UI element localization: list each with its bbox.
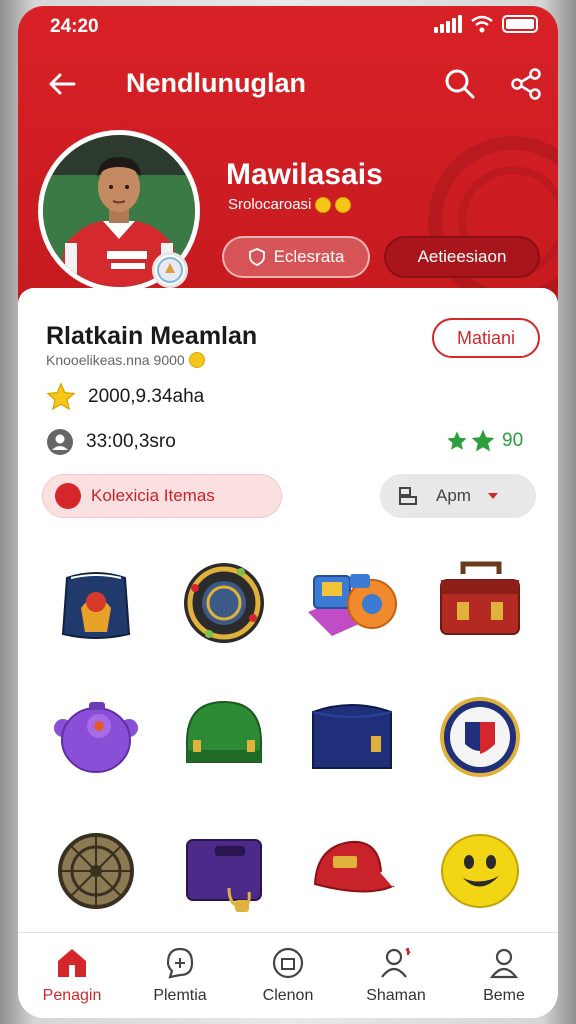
card-title: Rlatkain Meamlan bbox=[46, 322, 258, 350]
nav-item-people[interactable]: Shaman bbox=[342, 933, 450, 1018]
nav-item-clock[interactable]: Clenon bbox=[234, 933, 342, 1018]
bottom-navigation: Penagin Plemtia Clenon Shaman Beme bbox=[18, 932, 558, 1018]
nav-item-profile[interactable]: Beme bbox=[450, 933, 558, 1018]
item-badge[interactable] bbox=[160, 536, 288, 670]
nav-label: Clenon bbox=[262, 987, 314, 1004]
item-bronze-wheel[interactable] bbox=[32, 804, 160, 938]
clock-icon bbox=[272, 947, 304, 979]
wifi-icon bbox=[471, 15, 493, 33]
phone-screen: 24:20 Nendlunuglan Mawilasais Srolocaroa… bbox=[18, 6, 558, 1018]
people-icon bbox=[381, 948, 411, 978]
stat-row-score: 33:00,3sro bbox=[46, 428, 176, 456]
card-subtitle-value: 9000 bbox=[153, 352, 185, 368]
sort-icon bbox=[399, 487, 417, 505]
rating: 90 bbox=[446, 428, 523, 454]
item-purple-pot[interactable] bbox=[32, 670, 160, 804]
item-red-cap[interactable] bbox=[288, 804, 416, 938]
nav-label: Beme bbox=[483, 987, 525, 1004]
user-circle-icon bbox=[47, 429, 73, 455]
nav-label: Plemtia bbox=[153, 987, 207, 1004]
back-arrow-icon[interactable] bbox=[44, 66, 80, 102]
sort-label: Apm bbox=[436, 486, 471, 505]
gold-star-icon bbox=[46, 382, 76, 411]
emoji-icon bbox=[315, 196, 332, 213]
tab-collection-label: Kolexicia Itemas bbox=[91, 486, 215, 505]
card-action-label: Matiani bbox=[456, 327, 516, 348]
shield-icon bbox=[55, 483, 81, 509]
stat-row-points: 2000,9.34aha bbox=[46, 382, 204, 412]
item-purple-bag[interactable] bbox=[160, 804, 288, 938]
status-icons bbox=[434, 15, 538, 33]
collection-card: Rlatkain Meamlan Knooelikeas.nna 9000 Ma… bbox=[18, 288, 558, 938]
treasure-chest-icon bbox=[440, 561, 520, 635]
profile-secondary-label: Eclesrata bbox=[273, 247, 345, 266]
item-treasure-chest[interactable] bbox=[416, 536, 544, 670]
status-time: 24:20 bbox=[50, 16, 99, 37]
rating-value: 90 bbox=[502, 430, 524, 451]
chat-icon bbox=[166, 947, 194, 979]
toy-box-icon bbox=[308, 574, 397, 636]
tab-collection-items[interactable]: Kolexicia Itemas bbox=[42, 474, 282, 518]
card-subtitle: Knooelikeas.nna 9000 bbox=[46, 352, 205, 368]
item-grid bbox=[32, 536, 544, 940]
nav-label: Shaman bbox=[366, 987, 426, 1004]
green-star-icon bbox=[447, 431, 467, 450]
battery-icon bbox=[502, 15, 538, 33]
shield-icon bbox=[248, 248, 265, 266]
club-crest-icon bbox=[440, 697, 520, 777]
item-green-cap[interactable] bbox=[160, 670, 288, 804]
red-cap-icon bbox=[313, 840, 395, 893]
item-backpack[interactable] bbox=[32, 536, 160, 670]
card-subtitle-text: Knooelikeas.nna bbox=[46, 352, 150, 368]
club-badge-icon bbox=[152, 252, 188, 288]
status-bar: 24:20 bbox=[18, 6, 558, 46]
profile-subtitle-text: Srolocaroasi bbox=[228, 196, 312, 213]
purple-bag-icon bbox=[186, 839, 262, 912]
page-title: Nendlunuglan bbox=[126, 68, 306, 98]
emoji-icon bbox=[335, 196, 352, 213]
item-toy-box[interactable] bbox=[288, 536, 416, 670]
profile-icon bbox=[489, 948, 519, 979]
search-icon[interactable] bbox=[442, 66, 478, 102]
purple-pot-icon bbox=[54, 702, 138, 773]
profile-name: Mawilasais bbox=[226, 158, 383, 191]
green-star-icon bbox=[471, 429, 495, 452]
signal-icon bbox=[434, 15, 462, 33]
item-smiley-ball[interactable] bbox=[416, 804, 544, 938]
profile-primary-label: Aetieesiaon bbox=[417, 247, 507, 266]
bronze-wheel-icon bbox=[58, 833, 134, 909]
stat-points-value: 2000,9.34aha bbox=[88, 386, 205, 407]
sort-dropdown[interactable]: Apm bbox=[380, 474, 536, 518]
item-club-crest[interactable] bbox=[416, 670, 544, 804]
profile-primary-button[interactable]: Aetieesiaon bbox=[384, 236, 540, 278]
home-icon bbox=[58, 949, 86, 977]
item-navy-case[interactable] bbox=[288, 670, 416, 804]
dropdown-arrow-icon bbox=[487, 493, 498, 499]
top-app-bar: Nendlunuglan bbox=[18, 54, 558, 114]
nav-label: Penagin bbox=[42, 987, 102, 1004]
nav-item-chat[interactable]: Plemtia bbox=[126, 933, 234, 1018]
nav-item-home[interactable]: Penagin bbox=[18, 933, 126, 1018]
navy-case-icon bbox=[312, 704, 392, 769]
stat-score-value: 33:00,3sro bbox=[86, 431, 176, 452]
card-action-button[interactable]: Matiani bbox=[432, 318, 540, 358]
smiley-ball-icon bbox=[441, 834, 519, 908]
green-cap-icon bbox=[186, 700, 262, 763]
profile-subtitle: Srolocaroasi bbox=[228, 196, 352, 213]
badge-medal-icon bbox=[184, 563, 264, 643]
emoji-icon bbox=[188, 352, 205, 368]
backpack-icon bbox=[61, 572, 131, 639]
share-icon[interactable] bbox=[508, 66, 544, 102]
profile-secondary-button[interactable]: Eclesrata bbox=[222, 236, 370, 278]
